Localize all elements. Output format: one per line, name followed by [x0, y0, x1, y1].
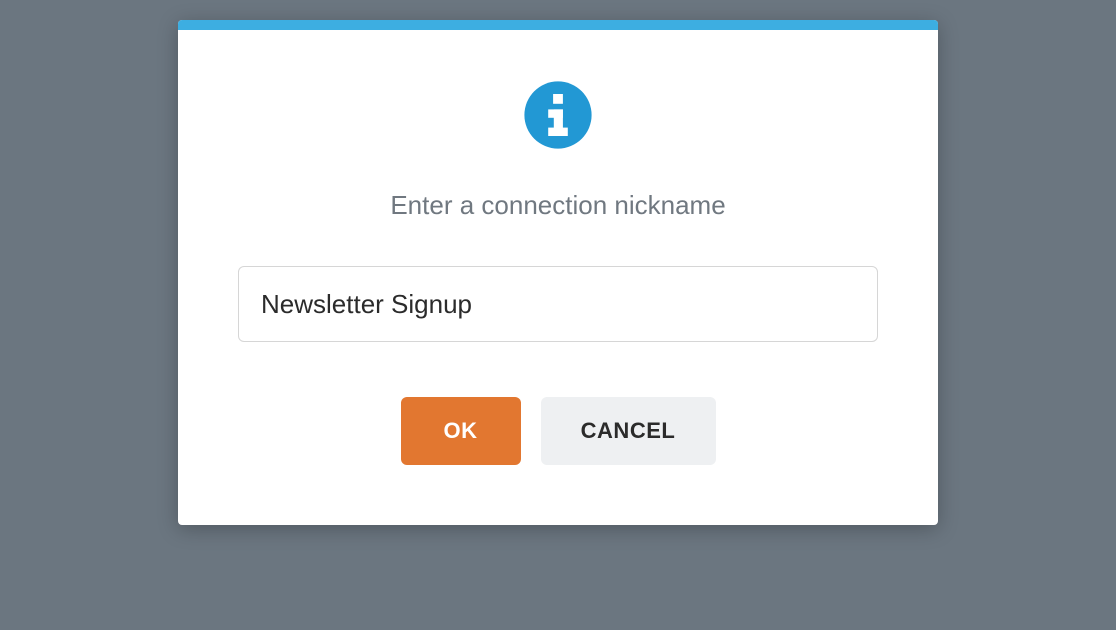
dialog-button-row: OK CANCEL [401, 397, 716, 465]
info-icon [523, 80, 593, 150]
modal-accent-bar [178, 20, 938, 30]
connection-nickname-dialog: Enter a connection nickname OK CANCEL [178, 20, 938, 525]
nickname-input[interactable] [238, 266, 878, 342]
cancel-button[interactable]: CANCEL [541, 397, 716, 465]
ok-button[interactable]: OK [401, 397, 521, 465]
dialog-prompt: Enter a connection nickname [390, 190, 725, 221]
modal-body: Enter a connection nickname OK CANCEL [178, 30, 938, 525]
